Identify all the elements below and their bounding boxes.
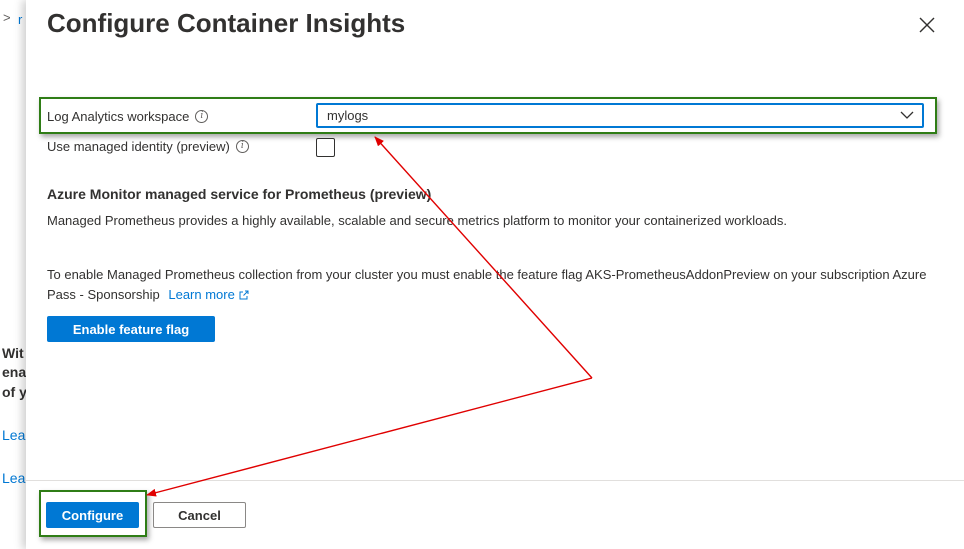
managed-identity-label: Use managed identity (preview) i <box>47 139 249 154</box>
background-page: > r Wit ena of y Lea Lea <box>0 0 27 549</box>
panel-title: Configure Container Insights <box>47 8 406 38</box>
cancel-button[interactable]: Cancel <box>153 502 246 528</box>
enable-feature-flag-button[interactable]: Enable feature flag <box>47 316 215 342</box>
background-text-line: of y <box>2 384 27 400</box>
workspace-label: Log Analytics workspace i <box>47 109 209 124</box>
close-icon[interactable] <box>916 14 938 36</box>
learn-more-link[interactable]: Learn more <box>168 287 249 302</box>
background-text-line: Wit <box>2 345 24 361</box>
background-learn-link[interactable]: Lea <box>2 470 25 486</box>
configure-button[interactable]: Configure <box>46 502 139 528</box>
external-link-icon <box>239 290 249 300</box>
managed-identity-checkbox[interactable] <box>316 138 335 157</box>
arrow-to-workspace <box>374 136 593 379</box>
workspace-select-value: mylogs <box>327 108 369 123</box>
workspace-label-text: Log Analytics workspace <box>47 109 190 124</box>
background-text-line: ena <box>2 364 27 380</box>
prometheus-heading: Azure Monitor managed service for Promet… <box>47 186 432 202</box>
feature-flag-notice: To enable Managed Prometheus collection … <box>47 265 927 305</box>
breadcrumb-chevron-icon: > <box>3 10 11 25</box>
configure-container-insights-panel: Configure Container Insights Log Analyti… <box>26 0 964 549</box>
prometheus-description: Managed Prometheus provides a highly ava… <box>47 213 787 228</box>
info-icon[interactable]: i <box>235 140 249 153</box>
managed-identity-label-text: Use managed identity (preview) <box>47 139 230 154</box>
learn-more-text: Learn more <box>168 287 235 302</box>
background-learn-link[interactable]: Lea <box>2 427 25 443</box>
footer-divider <box>26 480 964 481</box>
breadcrumb-item[interactable]: r <box>18 12 22 27</box>
arrow-to-configure <box>146 377 593 497</box>
info-icon[interactable]: i <box>195 110 209 123</box>
workspace-select[interactable]: mylogs <box>316 103 924 128</box>
chevron-down-icon <box>900 111 914 119</box>
